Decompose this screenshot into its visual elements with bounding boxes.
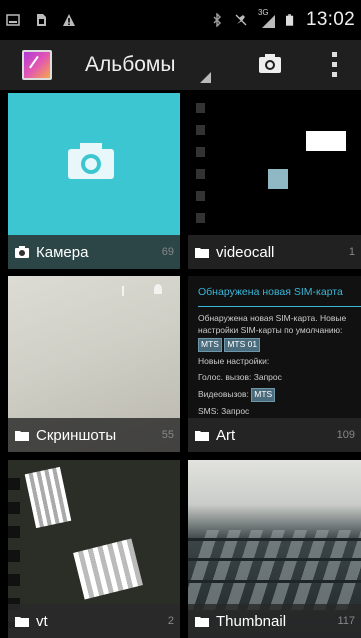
- sim-notification-preview: Обнаружена новая SIM-карта Обнаружена но…: [198, 286, 361, 418]
- album-tile-art[interactable]: Обнаружена новая SIM-карта Обнаружена но…: [188, 276, 361, 452]
- album-tile-camera[interactable]: Камера 69: [8, 93, 180, 269]
- album-count: 117: [337, 615, 355, 627]
- album-tile-vt[interactable]: vt 2: [8, 460, 180, 638]
- album-label: Art 109: [188, 418, 361, 452]
- album-count: 109: [336, 429, 355, 441]
- preview-chip: MTS: [198, 338, 222, 353]
- status-bar: 3G 13:02: [0, 0, 361, 40]
- camera-icon[interactable]: [250, 50, 290, 80]
- album-label: Камера 69: [8, 235, 180, 269]
- album-label: videocall 1: [188, 235, 361, 269]
- screenshot-icon: [6, 14, 20, 26]
- camera-icon: [15, 246, 29, 258]
- album-grid: Камера 69 videocall 1 Скриншоты 55 Обнар…: [0, 90, 361, 638]
- album-name: Art: [216, 426, 236, 444]
- overflow-menu-icon[interactable]: [324, 52, 344, 80]
- spinner-indicator-icon: [200, 72, 211, 83]
- signal-icon: 3G: [258, 8, 276, 28]
- album-view-spinner[interactable]: Альбомы: [85, 53, 175, 77]
- album-tile-screenshots[interactable]: Скриншоты 55: [8, 276, 180, 452]
- preview-chip: MTS: [251, 388, 276, 402]
- preview-chips: MTS MTS 01: [198, 338, 361, 353]
- sim-icon: [37, 14, 46, 26]
- preview-line: Новые настройки:: [198, 356, 270, 367]
- warning-icon: [63, 14, 75, 26]
- album-tile-thumbnail[interactable]: Thumbnail 117: [188, 460, 361, 638]
- gallery-app-icon[interactable]: [22, 50, 52, 80]
- folder-icon: [195, 431, 209, 441]
- battery-icon: [285, 14, 294, 26]
- album-count: 69: [161, 246, 174, 258]
- album-count: 1: [348, 246, 355, 258]
- preview-chip: MTS 01: [224, 338, 261, 353]
- album-count: 55: [161, 429, 174, 441]
- network-type-label: 3G: [257, 8, 269, 17]
- preview-title: Обнаружена новая SIM-карта: [198, 286, 361, 307]
- album-name: Камера: [36, 243, 89, 261]
- camera-placeholder-icon: [68, 143, 114, 179]
- album-name: Скриншоты: [36, 426, 117, 444]
- preview-line: Видеовызов: MTS: [198, 388, 361, 402]
- album-tile-videocall[interactable]: videocall 1: [188, 93, 361, 269]
- album-label: Thumbnail 117: [188, 604, 361, 638]
- preview-line: SMS: Запрос: [198, 405, 250, 416]
- preview-line: Обнаружена новая SIM-карта. Новые настро…: [198, 312, 347, 335]
- album-count: 2: [167, 615, 174, 627]
- folder-icon: [15, 617, 29, 627]
- bluetooth-icon: [213, 13, 222, 27]
- album-name: Thumbnail: [216, 612, 287, 630]
- preview-line-prefix: Видеовызов:: [198, 389, 249, 400]
- album-label: Скриншоты 55: [8, 418, 180, 452]
- album-name: vt: [36, 612, 48, 630]
- preview-line: Голос. вызов: Запрос: [198, 372, 282, 383]
- folder-icon: [195, 617, 209, 627]
- album-label: vt 2: [8, 604, 180, 638]
- folder-icon: [195, 248, 209, 258]
- folder-icon: [15, 431, 29, 441]
- album-name: videocall: [216, 243, 275, 261]
- action-bar: Альбомы: [0, 40, 361, 90]
- clock: 13:02: [305, 9, 355, 30]
- mute-icon: [235, 14, 247, 26]
